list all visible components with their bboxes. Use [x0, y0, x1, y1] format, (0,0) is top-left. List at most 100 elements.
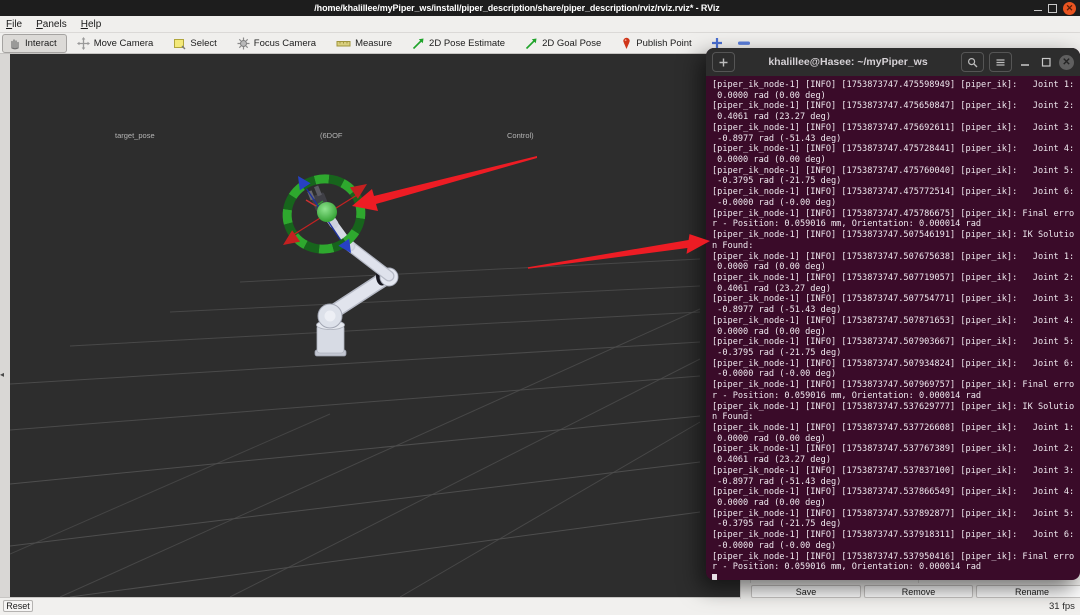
terminal-log-line: -0.0000 rad (-0.00 deg) [712, 369, 1080, 380]
new-tab-icon[interactable] [712, 52, 735, 72]
terminal-log-line: -0.8977 rad (-51.43 deg) [712, 477, 1080, 488]
tool-label: 2D Goal Pose [542, 38, 601, 49]
terminal-log-line: [piper_ik_node-1] [INFO] [1753873747.507… [712, 337, 1080, 348]
terminal-log-line: [piper_ik_node-1] [INFO] [1753873747.537… [712, 509, 1080, 520]
minimize-icon[interactable] [1017, 53, 1033, 71]
tool-select[interactable]: Select [167, 34, 226, 53]
terminal-log-line: -0.8977 rad (-51.43 deg) [712, 134, 1080, 145]
close-icon[interactable]: ✕ [1063, 2, 1076, 15]
tool-label: Move Camera [94, 38, 154, 49]
menu-panels[interactable]: Panels [36, 19, 67, 30]
statusbar: Reset 31 fps [0, 597, 1080, 615]
terminal-log-line: [piper_ik_node-1] [INFO] [1753873747.537… [712, 487, 1080, 498]
terminal-log-line: [piper_ik_node-1] [INFO] [1753873747.507… [712, 294, 1080, 305]
terminal-log-line: -0.3795 rad (-21.75 deg) [712, 176, 1080, 187]
marker-center-sphere [317, 202, 337, 222]
terminal-log-line: 0.0000 rad (0.00 deg) [712, 91, 1080, 102]
maximize-icon[interactable] [1048, 4, 1057, 13]
terminal-titlebar: khalillee@Hasee: ~/myPiper_ws ✕ [706, 48, 1080, 76]
tool-measure[interactable]: Measure [330, 34, 402, 53]
menu-icon[interactable] [989, 52, 1012, 72]
terminal-output[interactable]: [piper_ik_node-1] [INFO] [1753873747.475… [706, 76, 1080, 580]
terminal-log-line: 0.0000 rad (0.00 deg) [712, 155, 1080, 166]
tool-interact[interactable]: Interact [2, 34, 67, 53]
green-arrow-icon [525, 37, 538, 50]
terminal-log-line: 0.0000 rad (0.00 deg) [712, 434, 1080, 445]
terminal-log-line: [piper_ik_node-1] [INFO] [1753873747.507… [712, 380, 1080, 391]
terminal-log-line: [piper_ik_node-1] [INFO] [1753873747.475… [712, 123, 1080, 134]
terminal-log-line: [piper_ik_node-1] [INFO] [1753873747.537… [712, 530, 1080, 541]
tool-focus-camera[interactable]: Focus Camera [231, 34, 326, 53]
select-box-icon [173, 37, 186, 50]
marker-label-target-pose: target_pose [115, 131, 155, 140]
terminal-log-line: [piper_ik_node-1] [INFO] [1753873747.475… [712, 166, 1080, 177]
fps-counter: 31 fps [1049, 601, 1075, 612]
terminal-log-line: [piper_ik_node-1] [INFO] [1753873747.475… [712, 144, 1080, 155]
terminal-log-line: 0.4061 rad (23.27 deg) [712, 455, 1080, 466]
terminal-title: khalillee@Hasee: ~/myPiper_ws [740, 56, 956, 68]
window-title: /home/khalillee/myPiper_ws/install/piper… [0, 3, 1034, 13]
tool-label: Publish Point [636, 38, 691, 49]
floor-grid [10, 259, 700, 597]
remove-view-button[interactable]: Remove [864, 585, 973, 598]
maximize-icon[interactable] [1038, 53, 1054, 71]
terminal-cursor [712, 574, 717, 580]
terminal-log-line: 0.4061 rad (23.27 deg) [712, 284, 1080, 295]
terminal-log-line: -0.8977 rad (-51.43 deg) [712, 305, 1080, 316]
measure-ruler-icon [336, 37, 351, 50]
terminal-log-line: [piper_ik_node-1] [INFO] [1753873747.507… [712, 273, 1080, 284]
terminal-window[interactable]: khalillee@Hasee: ~/myPiper_ws ✕ [piper_i… [706, 48, 1080, 580]
close-icon[interactable]: ✕ [1059, 55, 1074, 70]
tool-label: Select [190, 38, 216, 49]
terminal-log-line: -0.0000 rad (-0.00 deg) [712, 198, 1080, 209]
marker-label-6dof: (6DOF [320, 131, 343, 140]
terminal-log-line: [piper_ik_node-1] [INFO] [1753873747.507… [712, 316, 1080, 327]
terminal-log-line: -0.0000 rad (-0.00 deg) [712, 541, 1080, 552]
tool-label: Focus Camera [254, 38, 316, 49]
terminal-log-line: 0.4061 rad (23.27 deg) [712, 112, 1080, 123]
terminal-log-line: n Found: [712, 412, 1080, 423]
tool-move-camera[interactable]: Move Camera [71, 34, 164, 53]
tool-label: Measure [355, 38, 392, 49]
terminal-log-line: 0.0000 rad (0.00 deg) [712, 327, 1080, 338]
menubar: File Panels Help [0, 16, 1080, 33]
terminal-log-line: [piper_ik_node-1] [INFO] [1753873747.537… [712, 402, 1080, 413]
search-icon[interactable] [961, 52, 984, 72]
terminal-log-line: [piper_ik_node-1] [INFO] [1753873747.475… [712, 209, 1080, 220]
tool-publish-point[interactable]: Publish Point [615, 34, 701, 53]
terminal-log-line: [piper_ik_node-1] [INFO] [1753873747.475… [712, 80, 1080, 91]
menu-file[interactable]: File [6, 19, 22, 30]
terminal-log-line: [piper_ik_node-1] [INFO] [1753873747.537… [712, 444, 1080, 455]
move-camera-icon [77, 37, 90, 50]
tool-2d-pose-estimate[interactable]: 2D Pose Estimate [406, 34, 515, 53]
terminal-log-line: [piper_ik_node-1] [INFO] [1753873747.537… [712, 466, 1080, 477]
rviz-titlebar: /home/khalillee/myPiper_ws/install/piper… [0, 0, 1080, 16]
tool-label: Interact [25, 38, 57, 49]
window-controls: ✕ [1034, 2, 1080, 15]
terminal-log-line: r - Position: 0.059016 mm, Orientation: … [712, 562, 1080, 573]
terminal-log-line: 0.0000 rad (0.00 deg) [712, 262, 1080, 273]
terminal-log-line: [piper_ik_node-1] [INFO] [1753873747.507… [712, 359, 1080, 370]
save-view-button[interactable]: Save [751, 585, 861, 598]
rename-view-button[interactable]: Rename [976, 585, 1080, 598]
collapsed-panel-strip: ◂ [0, 54, 10, 597]
menu-help[interactable]: Help [81, 19, 102, 30]
focus-camera-icon [237, 37, 250, 50]
green-arrow-icon [412, 37, 425, 50]
terminal-log-line: [piper_ik_node-1] [INFO] [1753873747.475… [712, 101, 1080, 112]
terminal-log-line: r - Position: 0.059016 mm, Orientation: … [712, 391, 1080, 402]
terminal-log-line: [piper_ik_node-1] [INFO] [1753873747.475… [712, 187, 1080, 198]
tool-2d-goal-pose[interactable]: 2D Goal Pose [519, 34, 611, 53]
hand-icon [8, 37, 21, 50]
terminal-log-line: r - Position: 0.059016 mm, Orientation: … [712, 219, 1080, 230]
terminal-log-line: [piper_ik_node-1] [INFO] [1753873747.507… [712, 252, 1080, 263]
reset-button[interactable]: Reset [3, 600, 33, 612]
map-pin-icon [621, 37, 632, 50]
terminal-log-line: -0.3795 rad (-21.75 deg) [712, 519, 1080, 530]
marker-label-control: Control) [507, 131, 534, 140]
terminal-log: [piper_ik_node-1] [INFO] [1753873747.475… [712, 80, 1080, 573]
terminal-log-line: [piper_ik_node-1] [INFO] [1753873747.507… [712, 230, 1080, 241]
terminal-log-line: [piper_ik_node-1] [INFO] [1753873747.537… [712, 423, 1080, 434]
panel-collapse-handle-icon[interactable]: ◂ [0, 370, 4, 379]
minimize-icon[interactable] [1034, 10, 1042, 12]
